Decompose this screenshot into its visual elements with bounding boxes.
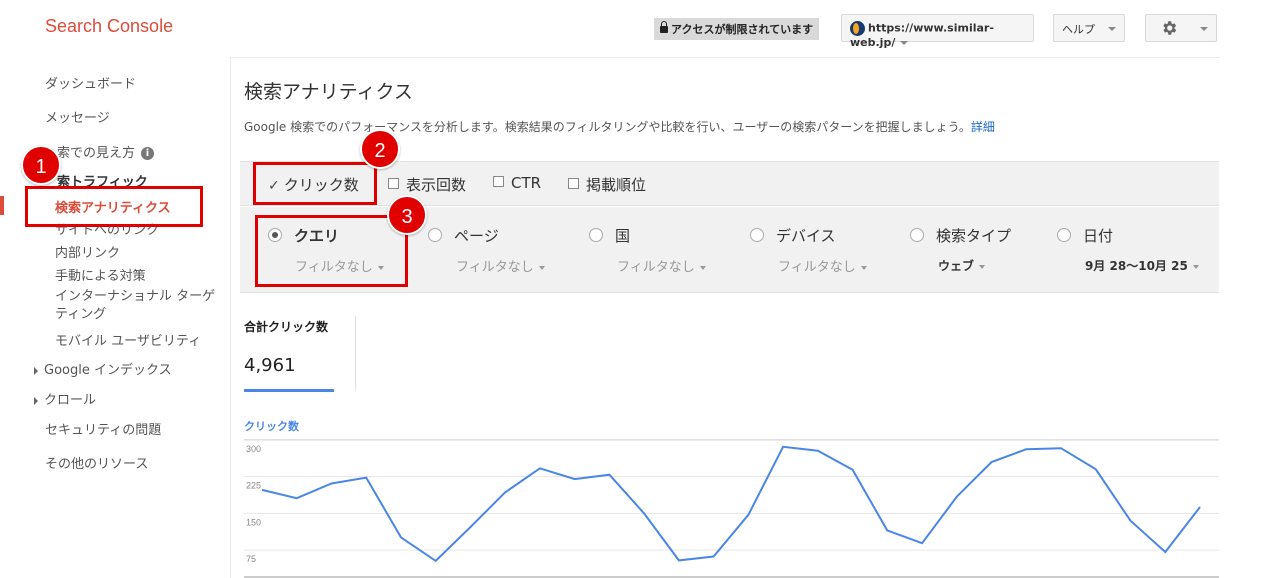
filter-dropdown-page[interactable]: フィルタなし — [456, 256, 545, 275]
info-icon[interactable]: i — [141, 147, 155, 160]
sidebar-item-google-index[interactable]: Google インデックス — [34, 359, 172, 378]
group-search-type[interactable]: 検索タイプ — [910, 225, 1011, 246]
group-page[interactable]: ページ — [428, 225, 499, 246]
access-restricted-badge: アクセスが制限されています — [654, 18, 820, 40]
active-indicator — [0, 196, 4, 215]
description-text: Google 検索でのパフォーマンスを分析します。検索結果のフィルタリングや比較… — [244, 120, 971, 134]
sidebar-item-label: クロール — [44, 393, 97, 408]
group-label: ページ — [454, 227, 499, 245]
checkbox[interactable] — [493, 176, 504, 187]
expand-arrow-icon — [34, 396, 38, 405]
checkbox[interactable] — [388, 178, 399, 189]
help-label: ヘルプ — [1062, 23, 1095, 36]
filter-label: フィルタなし — [778, 260, 856, 275]
chevron-down-icon — [1192, 264, 1199, 269]
chevron-down-icon — [860, 265, 867, 270]
app-brand[interactable]: Search Console — [45, 16, 173, 37]
group-label: 検索タイプ — [936, 227, 1012, 245]
total-clicks-label: 合計クリック数 — [244, 320, 329, 334]
annotation-badge-1: 1 — [21, 145, 61, 185]
chevron-down-icon — [979, 264, 986, 269]
metric-ctr[interactable]: CTR — [493, 174, 541, 192]
y-tick-label: 300 — [246, 444, 261, 454]
filter-dropdown-search-type[interactable]: ウェブ — [938, 257, 986, 274]
sidebar-divider — [230, 57, 231, 578]
sidebar-item-search-appearance[interactable]: 索での見え方 i — [57, 142, 155, 161]
sidebar-item-internal-links[interactable]: 内部リンク — [55, 242, 120, 261]
series-line-clicks[interactable] — [261, 445, 1201, 563]
lock-icon — [660, 21, 668, 33]
sidebar-item-messages[interactable]: メッセージ — [45, 107, 110, 126]
site-url: https://www.similar-web.jp/ — [850, 21, 994, 50]
site-selector[interactable]: https://www.similar-web.jp/ — [841, 14, 1034, 49]
sidebar-item-intl-targeting[interactable]: インターナショナル ターゲティング — [55, 288, 225, 324]
annotation-box-3 — [255, 215, 408, 287]
chart-series-label: クリック数 — [244, 420, 299, 433]
metric-label: 掲載順位 — [586, 176, 647, 194]
annotation-box-1 — [25, 186, 203, 227]
y-tick-label: 150 — [246, 517, 261, 527]
radio-button[interactable] — [910, 227, 924, 242]
settings-button[interactable] — [1145, 14, 1217, 42]
checkbox[interactable] — [568, 178, 579, 189]
group-country[interactable]: 国 — [589, 225, 630, 246]
total-clicks-value: 4,961 — [244, 355, 296, 376]
group-label: 日付 — [1083, 227, 1114, 245]
chevron-down-icon — [699, 265, 706, 270]
y-tick-label: 225 — [246, 481, 261, 491]
gear-icon — [1163, 21, 1177, 35]
total-selected-indicator — [244, 389, 334, 392]
filter-dropdown-device[interactable]: フィルタなし — [778, 256, 867, 275]
metric-position[interactable]: 掲載順位 — [568, 174, 646, 195]
annotation-badge-2: 2 — [360, 129, 400, 169]
sidebar-item-security[interactable]: セキュリティの問題 — [45, 419, 161, 438]
sidebar-item-other-resources[interactable]: その他のリソース — [45, 453, 148, 472]
radio-button[interactable] — [1057, 227, 1071, 242]
clicks-chart: 300 225 150 75 — [244, 439, 1219, 578]
page-description: Google 検索でのパフォーマンスを分析します。検索結果のフィルタリングや比較… — [244, 118, 995, 135]
filter-dropdown-date[interactable]: 9月 28～10月 25 — [1085, 257, 1199, 274]
access-restricted-label: アクセスが制限されています — [671, 23, 814, 36]
metric-label: 表示回数 — [406, 176, 467, 194]
chevron-down-icon — [900, 41, 909, 45]
sidebar-item-manual-actions[interactable]: 手動による対策 — [55, 265, 146, 284]
radio-button[interactable] — [750, 227, 764, 242]
annotation-box-2 — [253, 162, 377, 205]
chevron-down-icon — [1108, 27, 1116, 31]
annotation-badge-3: 3 — [387, 195, 427, 235]
filter-dropdown-country[interactable]: フィルタなし — [617, 256, 706, 275]
site-logo-icon — [850, 21, 865, 36]
y-tick-label: 75 — [246, 554, 256, 564]
sidebar-item-mobile-usability[interactable]: モバイル ユーザビリティ — [55, 330, 201, 349]
metric-label: CTR — [511, 174, 542, 192]
radio-button[interactable] — [428, 227, 442, 242]
help-button[interactable]: ヘルプ — [1053, 14, 1125, 42]
filter-label: 9月 28～10月 25 — [1085, 259, 1188, 273]
sidebar-item-dashboard[interactable]: ダッシュボード — [45, 73, 136, 92]
page-title: 検索アナリティクス — [244, 81, 413, 103]
header-divider — [230, 57, 1220, 58]
expand-arrow-icon — [34, 366, 38, 375]
filter-label: フィルタなし — [617, 260, 695, 275]
sidebar-item-label: 索での見え方 — [57, 146, 136, 161]
chevron-down-icon — [538, 265, 545, 270]
radio-button[interactable] — [589, 227, 603, 242]
totals-divider — [355, 316, 356, 391]
metric-impressions[interactable]: 表示回数 — [388, 174, 466, 195]
sidebar-item-label: Google インデックス — [44, 363, 172, 378]
sidebar-item-crawl[interactable]: クロール — [34, 389, 96, 408]
group-label: 国 — [615, 227, 631, 245]
filter-label: フィルタなし — [456, 260, 534, 275]
group-label: デバイス — [776, 227, 836, 245]
filter-label: ウェブ — [938, 259, 975, 273]
chevron-down-icon — [1200, 27, 1208, 31]
group-date[interactable]: 日付 — [1057, 225, 1113, 246]
details-link[interactable]: 詳細 — [971, 120, 995, 134]
group-device[interactable]: デバイス — [750, 225, 836, 246]
